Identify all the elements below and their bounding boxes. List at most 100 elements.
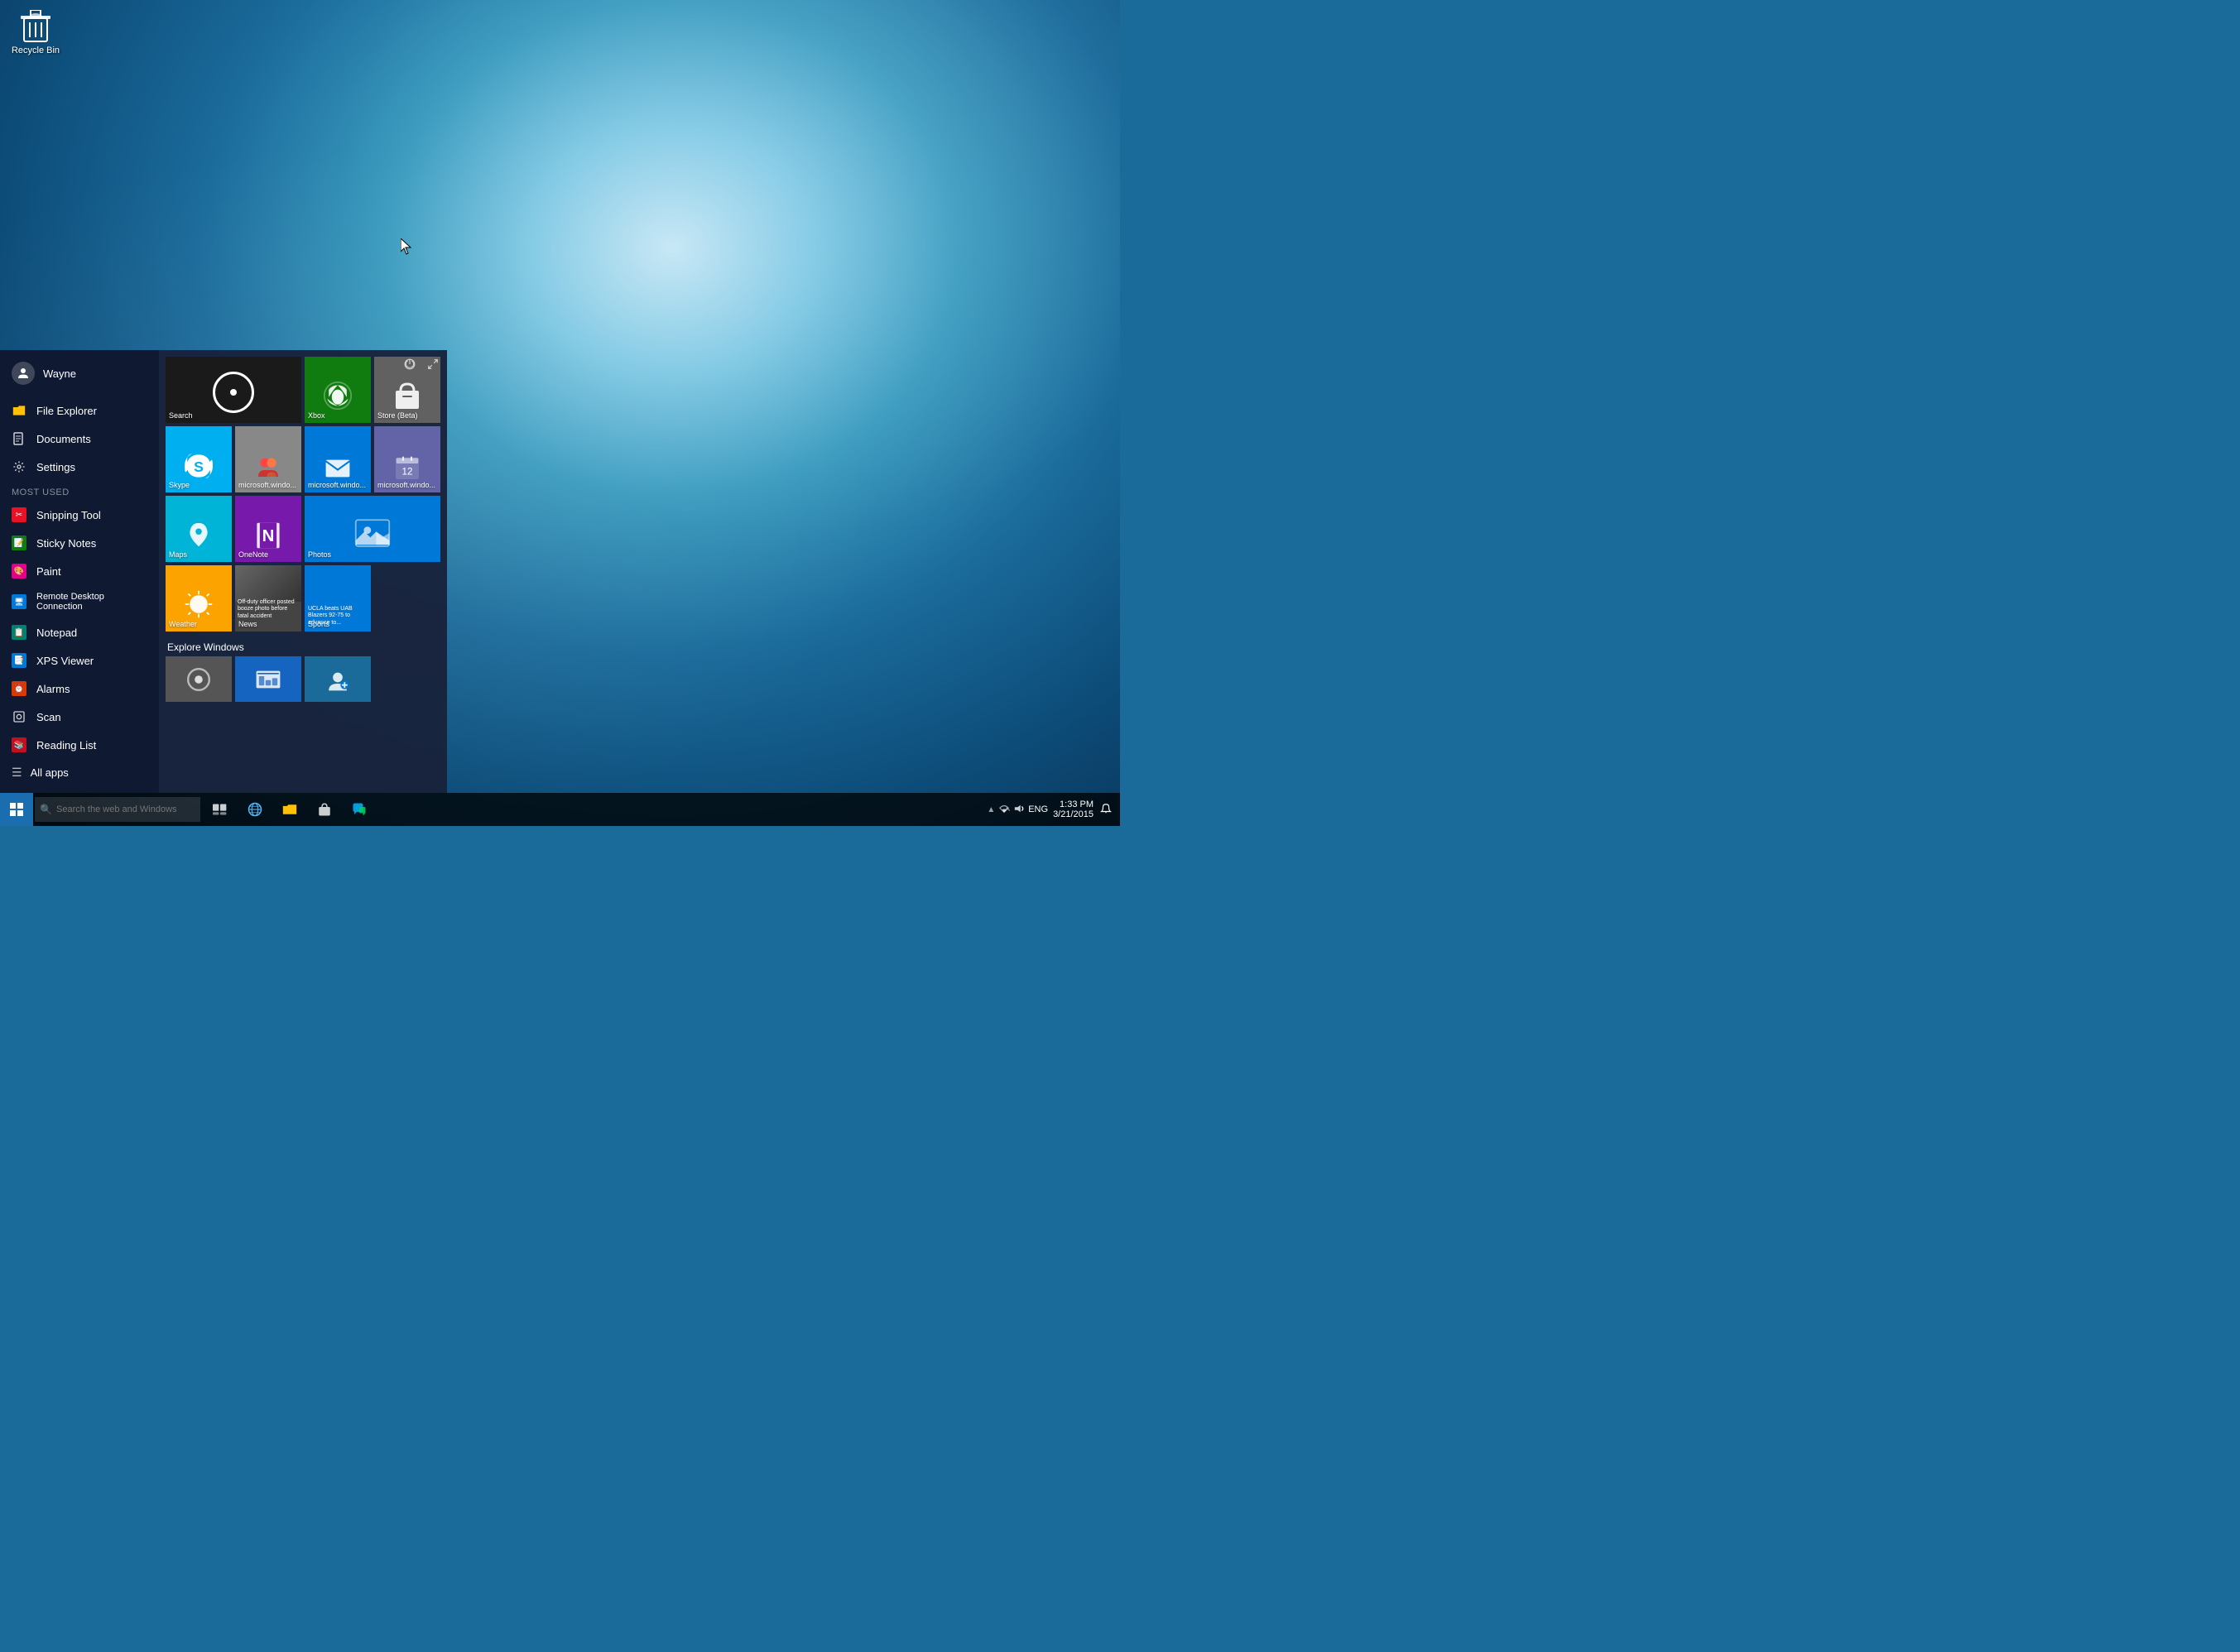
taskbar-ie-button[interactable] xyxy=(238,793,272,826)
skype-icon: S xyxy=(185,452,213,483)
date-display: 3/21/2015 xyxy=(1053,809,1094,819)
remote-desktop-label: Remote Desktop Connection xyxy=(36,592,147,612)
expand-button[interactable] xyxy=(425,357,440,374)
tile-onenote-label: OneNote xyxy=(238,550,268,559)
tile-xbox-label: Xbox xyxy=(308,411,325,420)
ms3-icon: 12 xyxy=(395,455,420,483)
tile-search[interactable]: Search xyxy=(166,357,301,423)
sidebar-item-reading-list[interactable]: 📚 Reading List xyxy=(0,731,159,759)
taskbar-language-icon[interactable]: ENG xyxy=(1028,804,1048,814)
store-icon xyxy=(394,381,421,413)
taskbar-chat-button[interactable] xyxy=(343,793,376,826)
tile-store-label: Store (Beta) xyxy=(377,411,418,420)
recycle-bin-label: Recycle Bin xyxy=(12,46,60,55)
file-explorer-label: File Explorer xyxy=(36,405,97,417)
remote-desktop-icon: 🖥 xyxy=(12,594,26,609)
notepad-label: Notepad xyxy=(36,627,77,639)
user-avatar xyxy=(12,362,35,385)
sidebar-item-remote-desktop[interactable]: 🖥 Remote Desktop Connection xyxy=(0,585,159,618)
taskbar-task-view-button[interactable] xyxy=(204,793,237,826)
tiles-grid: Search Xbox xyxy=(166,357,440,632)
sidebar-item-notepad[interactable]: 📋 Notepad xyxy=(0,618,159,646)
svg-text:12: 12 xyxy=(402,466,413,477)
taskbar-search-input[interactable] xyxy=(35,797,200,822)
sidebar-item-file-explorer[interactable]: File Explorer xyxy=(0,396,159,425)
tile-skype[interactable]: S Skype xyxy=(166,426,232,492)
tile-skype-label: Skype xyxy=(169,481,190,489)
maps-icon xyxy=(186,521,211,552)
start-menu-tiles: Search Xbox xyxy=(159,350,447,793)
tile-news[interactable]: Off-duty officer posted booze photo befo… xyxy=(235,565,301,632)
taskbar-clock[interactable]: 1:33 PM 3/21/2015 xyxy=(1053,800,1094,819)
sidebar-item-xps-viewer[interactable]: 📑 XPS Viewer xyxy=(0,646,159,675)
tile-sports[interactable]: UCLA beats UAB Blazers 92-75 to advance … xyxy=(305,565,371,632)
taskbar-start-button[interactable] xyxy=(0,793,33,826)
tile-weather[interactable]: Weather xyxy=(166,565,232,632)
documents-icon xyxy=(12,431,26,446)
tile-photos[interactable]: Photos xyxy=(305,496,440,562)
taskbar-store-button[interactable] xyxy=(308,793,341,826)
taskbar: 🔍 xyxy=(0,793,1120,826)
all-apps-button[interactable]: ☰ All apps xyxy=(0,759,159,786)
news-headline: Off-duty officer posted booze photo befo… xyxy=(238,599,299,620)
paint-label: Paint xyxy=(36,565,61,578)
sidebar-item-documents[interactable]: Documents xyxy=(0,425,159,453)
explore-tile-2[interactable] xyxy=(235,656,301,702)
explore-label: Explore Windows xyxy=(166,638,440,656)
start-menu-left-panel: Wayne xyxy=(0,350,159,793)
start-user[interactable]: Wayne xyxy=(0,350,159,396)
taskbar-volume-icon[interactable] xyxy=(1013,804,1025,816)
svg-text:S: S xyxy=(194,459,204,475)
sidebar-item-paint[interactable]: 🎨 Paint xyxy=(0,557,159,585)
weather-icon xyxy=(184,589,214,622)
tile-xbox[interactable]: Xbox xyxy=(305,357,371,423)
alarms-icon: ⏰ xyxy=(12,681,26,696)
recycle-bin[interactable]: Recycle Bin xyxy=(7,7,65,59)
ms2-icon xyxy=(324,457,351,483)
svg-text:N: N xyxy=(262,527,275,545)
taskbar-network-icon[interactable] xyxy=(998,804,1010,816)
taskbar-sys-icons: ▲ ENG xyxy=(987,804,1048,816)
tile-ms1[interactable]: microsoft.windo... xyxy=(235,426,301,492)
sidebar-item-alarms[interactable]: ⏰ Alarms xyxy=(0,675,159,703)
sidebar-item-sticky-notes[interactable]: 📝 Sticky Notes xyxy=(0,529,159,557)
tile-photos-label: Photos xyxy=(308,550,331,559)
recycle-bin-icon xyxy=(19,10,52,43)
power-button[interactable] xyxy=(402,357,417,374)
explore-section: Explore Windows xyxy=(166,638,440,702)
search-circle xyxy=(213,372,254,413)
tile-ms1-label: microsoft.windo... xyxy=(238,481,296,489)
file-explorer-icon xyxy=(12,403,26,418)
all-apps-icon: ☰ xyxy=(12,766,22,780)
xps-viewer-icon: 📑 xyxy=(12,653,26,668)
explore-tile-3[interactable] xyxy=(305,656,371,702)
taskbar-search-container: 🔍 xyxy=(33,797,200,822)
taskbar-file-explorer-button[interactable] xyxy=(273,793,306,826)
sticky-notes-icon: 📝 xyxy=(12,535,26,550)
photos-icon xyxy=(354,518,391,552)
most-used-section-label: Most used xyxy=(0,481,159,501)
snipping-tool-label: Snipping Tool xyxy=(36,509,101,521)
tile-ms3[interactable]: 12 microsoft.windo... xyxy=(374,426,440,492)
tile-ms2[interactable]: microsoft.windo... xyxy=(305,426,371,492)
tile-news-label: News xyxy=(238,620,257,628)
sidebar-item-settings[interactable]: Settings xyxy=(0,453,159,481)
tile-ms2-label: microsoft.windo... xyxy=(308,481,366,489)
all-apps-label: All apps xyxy=(31,766,69,779)
taskbar-show-hidden-icon[interactable]: ▲ xyxy=(987,805,995,814)
mouse-cursor xyxy=(401,238,412,259)
explore-tile-1[interactable] xyxy=(166,656,232,702)
documents-label: Documents xyxy=(36,433,91,445)
tile-weather-label: Weather xyxy=(169,620,197,628)
taskbar-notification-button[interactable] xyxy=(1098,801,1113,819)
tile-maps[interactable]: Maps xyxy=(166,496,232,562)
snipping-tool-icon: ✂ xyxy=(12,507,26,522)
cortana-dot xyxy=(230,389,237,396)
sticky-notes-label: Sticky Notes xyxy=(36,537,96,550)
ms1-icon xyxy=(255,454,281,483)
tile-onenote[interactable]: N OneNote xyxy=(235,496,301,562)
time-display: 1:33 PM xyxy=(1060,800,1094,809)
xps-viewer-label: XPS Viewer xyxy=(36,655,94,667)
sidebar-item-snipping-tool[interactable]: ✂ Snipping Tool xyxy=(0,501,159,529)
sidebar-item-scan[interactable]: Scan xyxy=(0,703,159,731)
